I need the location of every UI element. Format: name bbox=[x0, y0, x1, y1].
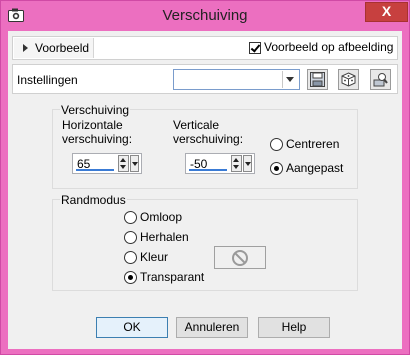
close-button[interactable]: X bbox=[365, 2, 408, 22]
vertical-offset-spinbox[interactable]: -50 bbox=[185, 153, 255, 174]
transparent-radio[interactable] bbox=[124, 271, 137, 284]
preview-on-image-checkbox[interactable] bbox=[249, 42, 261, 54]
window-title: Verschuiving bbox=[162, 7, 248, 24]
repeat-radio-label[interactable]: Herhalen bbox=[140, 230, 189, 244]
preview-toggle-label: Voorbeeld bbox=[35, 41, 90, 55]
color-radio-label[interactable]: Kleur bbox=[140, 250, 168, 264]
cancel-button[interactable]: Annuleren bbox=[176, 317, 248, 338]
expand-triangle-icon bbox=[23, 44, 28, 52]
wrap-radio-label[interactable]: Omloop bbox=[140, 210, 182, 224]
transparent-radio-label[interactable]: Transparant bbox=[140, 270, 204, 284]
center-radio-label[interactable]: Centreren bbox=[286, 137, 339, 151]
horizontal-offset-spinbox[interactable]: 65 bbox=[72, 153, 142, 174]
preset-dropdown[interactable] bbox=[173, 69, 300, 90]
help-button[interactable]: Help bbox=[258, 317, 330, 338]
preview-on-image-label[interactable]: Voorbeeld op afbeelding bbox=[264, 40, 393, 54]
offset-group-label: Verschuiving bbox=[60, 103, 131, 117]
center-radio[interactable] bbox=[270, 138, 283, 151]
value-underline bbox=[76, 169, 114, 171]
wrap-radio[interactable] bbox=[124, 211, 137, 224]
vertical-offset-label-line2: verschuiving: bbox=[173, 132, 244, 146]
edge-mode-group-label: Randmodus bbox=[60, 193, 127, 207]
title-bar[interactable]: Verschuiving X bbox=[1, 1, 409, 31]
preview-toggle-button[interactable]: Voorbeeld bbox=[14, 38, 94, 58]
randomize-button[interactable] bbox=[338, 69, 359, 90]
horizontal-offset-label-line2: verschuiving: bbox=[62, 132, 133, 146]
settings-label: Instellingen bbox=[17, 73, 78, 87]
custom-radio-label[interactable]: Aangepast bbox=[286, 161, 343, 175]
dialog-window: Verschuiving X Voorbeeld Voorbeeld op af… bbox=[0, 0, 410, 355]
dialog-body: Voorbeeld Voorbeeld op afbeelding Instel… bbox=[8, 31, 402, 349]
spin-updown-icon[interactable] bbox=[231, 155, 242, 172]
value-underline bbox=[189, 169, 227, 171]
preview-bar: Voorbeeld Voorbeeld op afbeelding bbox=[12, 36, 398, 60]
spin-updown-icon[interactable] bbox=[118, 155, 129, 172]
color-radio[interactable] bbox=[124, 251, 137, 264]
edge-color-swatch[interactable] bbox=[214, 246, 266, 269]
ok-button[interactable]: OK bbox=[96, 317, 168, 338]
slider-dropdown-icon[interactable] bbox=[130, 155, 139, 172]
edge-mode-group bbox=[52, 199, 358, 291]
repeat-radio[interactable] bbox=[124, 231, 137, 244]
chevron-down-icon[interactable] bbox=[282, 71, 298, 88]
save-preset-button[interactable] bbox=[307, 69, 328, 90]
vertical-offset-label-line1: Verticale bbox=[173, 118, 220, 132]
settings-row: Instellingen bbox=[12, 64, 398, 94]
manage-presets-button[interactable] bbox=[370, 69, 391, 90]
horizontal-offset-label-line1: Horizontale bbox=[62, 118, 123, 132]
slider-dropdown-icon[interactable] bbox=[243, 155, 252, 172]
custom-radio[interactable] bbox=[270, 162, 283, 175]
no-color-icon bbox=[231, 249, 249, 270]
